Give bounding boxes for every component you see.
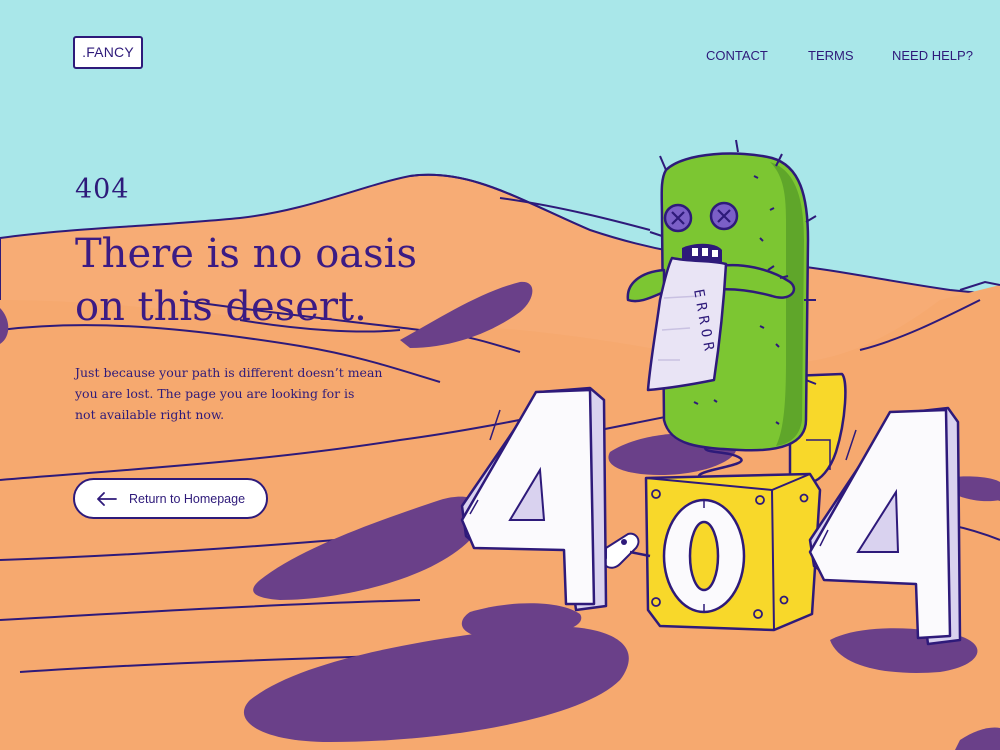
page-title: There is no oasis on this desert. xyxy=(75,228,495,334)
logo[interactable]: .FANCY xyxy=(73,36,143,69)
error-code: 404 xyxy=(75,174,130,205)
return-home-button[interactable]: Return to Homepage xyxy=(73,478,268,519)
nav-terms[interactable]: TERMS xyxy=(808,48,854,63)
return-home-label: Return to Homepage xyxy=(129,491,246,506)
description-line: Just because your path is different does… xyxy=(75,365,383,380)
arrow-left-icon xyxy=(97,491,117,506)
nav-contact[interactable]: CONTACT xyxy=(706,48,768,63)
page-title-line: on this desert. xyxy=(75,284,367,330)
description-line: you are lost. The page you are looking f… xyxy=(75,386,355,401)
description-line: not available right now. xyxy=(75,407,225,422)
nav-need-help[interactable]: NEED HELP? xyxy=(892,48,973,63)
big-digit-middle xyxy=(662,498,746,614)
description: Just because your path is different does… xyxy=(75,362,395,425)
page-title-line: There is no oasis xyxy=(75,231,417,277)
